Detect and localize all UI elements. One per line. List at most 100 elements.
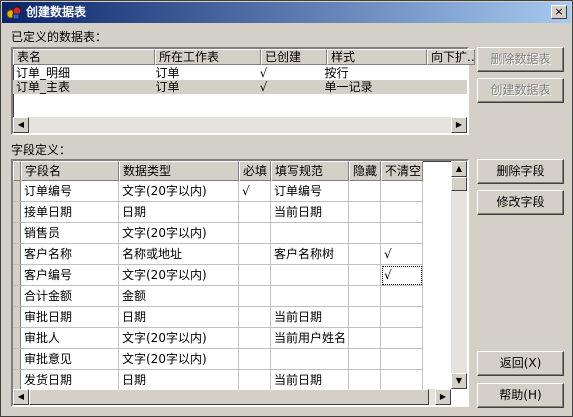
field-cell[interactable]: 当前用户姓名	[271, 328, 349, 349]
field-cell[interactable]	[349, 244, 381, 265]
field-cell[interactable]: 日期	[119, 202, 239, 223]
field-cell[interactable]: 金额	[119, 286, 239, 307]
tables-column-header[interactable]: 向下扩...	[427, 49, 475, 65]
field-cell[interactable]: 客户名称	[21, 244, 119, 265]
field-cell[interactable]	[381, 202, 423, 223]
field-cell[interactable]	[239, 244, 271, 265]
field-cell[interactable]: 文字(20字以内)	[119, 223, 239, 244]
field-cell[interactable]: 当前日期	[271, 202, 349, 223]
fields-column-header[interactable]: 必填	[239, 161, 271, 181]
field-cell[interactable]	[381, 223, 423, 244]
field-cell[interactable]: 接单日期	[21, 202, 119, 223]
row-indicator[interactable]	[13, 349, 21, 370]
scroll-left-icon[interactable]: ◀	[13, 117, 29, 133]
field-cell[interactable]	[349, 286, 381, 307]
field-cell[interactable]	[239, 328, 271, 349]
tables-column-header[interactable]: 表名	[13, 49, 155, 65]
scroll-up-icon[interactable]: ▲	[451, 161, 467, 177]
row-indicator[interactable]	[13, 265, 21, 286]
fields-column-header[interactable]: 不清空	[381, 161, 423, 181]
field-cell[interactable]	[349, 370, 381, 391]
scroll-right-icon[interactable]: ▶	[451, 117, 467, 133]
field-cell[interactable]	[349, 328, 381, 349]
field-cell[interactable]: 合计金额	[21, 286, 119, 307]
field-cell[interactable]: √	[381, 244, 423, 265]
fields-vertical-scrollbar[interactable]: ▲ ▼	[451, 161, 467, 389]
help-button[interactable]: 帮助(H)	[477, 383, 564, 408]
defined-tables-list[interactable]: 表名 所在工作表 已创建 样式 向下扩... 订单_明细 订单 √ 按行 订单_主表 订单 √ 单一记…	[11, 47, 475, 135]
field-cell[interactable]	[381, 181, 423, 202]
fields-column-header[interactable]: 隐藏	[349, 161, 381, 181]
field-cell[interactable]	[381, 286, 423, 307]
tables-horizontal-scrollbar[interactable]: ◀ ▶	[13, 117, 467, 133]
field-cell[interactable]	[239, 202, 271, 223]
horizontal-scroll-thumb[interactable]	[29, 389, 429, 405]
field-cell[interactable]: 名称或地址	[119, 244, 239, 265]
row-indicator[interactable]	[13, 202, 21, 223]
tables-column-header[interactable]: 样式	[327, 49, 427, 65]
close-button[interactable]: ×	[551, 5, 567, 19]
field-cell[interactable]	[239, 349, 271, 370]
field-cell[interactable]: 日期	[119, 307, 239, 328]
field-cell[interactable]: √	[239, 181, 271, 202]
field-cell[interactable]	[239, 307, 271, 328]
back-button[interactable]: 返回(X)	[477, 351, 564, 376]
field-cell[interactable]	[349, 265, 381, 286]
field-cell[interactable]	[349, 202, 381, 223]
field-cell[interactable]: 订单编号	[21, 181, 119, 202]
fields-horizontal-scrollbar[interactable]: ◀ ▶	[13, 389, 451, 405]
field-cell[interactable]: 审批日期	[21, 307, 119, 328]
field-cell[interactable]: 文字(20字以内)	[119, 328, 239, 349]
field-cell[interactable]: 当前日期	[271, 370, 349, 391]
table-row[interactable]: 订单_主表 订单 √ 单一记录	[13, 80, 467, 94]
fields-column-header[interactable]: 填写规范	[271, 161, 349, 181]
field-cell[interactable]: 审批意见	[21, 349, 119, 370]
field-cell[interactable]	[349, 223, 381, 244]
field-cell[interactable]	[239, 223, 271, 244]
field-cell[interactable]: 订单编号	[271, 181, 349, 202]
tables-column-header[interactable]: 已创建	[261, 49, 327, 65]
delete-field-button[interactable]: 删除字段	[477, 159, 564, 184]
row-indicator[interactable]	[13, 370, 21, 391]
field-cell[interactable]	[271, 286, 349, 307]
table-row[interactable]: 订单_明细 订单 √ 按行	[13, 66, 467, 80]
fields-column-header[interactable]: 数据类型	[119, 161, 239, 181]
row-indicator[interactable]	[13, 307, 21, 328]
row-indicator[interactable]	[13, 244, 21, 265]
field-cell[interactable]: 客户编号	[21, 265, 119, 286]
field-cell[interactable]	[271, 349, 349, 370]
field-cell[interactable]: 当前日期	[271, 307, 349, 328]
tables-column-header[interactable]: 所在工作表	[155, 49, 261, 65]
row-indicator[interactable]	[13, 328, 21, 349]
field-cell[interactable]: 销售员	[21, 223, 119, 244]
field-cell[interactable]	[381, 328, 423, 349]
field-cell[interactable]	[349, 307, 381, 328]
vertical-scroll-thumb[interactable]	[451, 177, 467, 191]
row-indicator[interactable]	[13, 286, 21, 307]
field-cell[interactable]: 日期	[119, 370, 239, 391]
field-cell[interactable]: 发货日期	[21, 370, 119, 391]
scroll-right-icon[interactable]: ▶	[435, 389, 451, 405]
field-cell[interactable]: 文字(20字以内)	[119, 181, 239, 202]
field-cell[interactable]	[349, 349, 381, 370]
field-cell[interactable]	[239, 265, 271, 286]
field-cell[interactable]: 审批人	[21, 328, 119, 349]
field-cell[interactable]	[349, 181, 381, 202]
row-indicator[interactable]	[13, 181, 21, 202]
field-cell[interactable]	[381, 370, 423, 391]
create-table-button[interactable]: 创建数据表	[477, 78, 564, 103]
row-indicator[interactable]	[13, 223, 21, 244]
field-cell[interactable]	[239, 370, 271, 391]
edit-field-button[interactable]: 修改字段	[477, 190, 564, 215]
field-cell[interactable]	[271, 223, 349, 244]
fields-grid[interactable]: 字段名 数据类型 必填 填写规范 隐藏 不清空 订单编号 文字(20字以内) √ 订单编号 接单日…	[11, 159, 469, 407]
field-cell[interactable]: 文字(20字以内)	[119, 349, 239, 370]
field-cell[interactable]: 客户名称树	[271, 244, 349, 265]
field-cell[interactable]: 文字(20字以内)	[119, 265, 239, 286]
title-bar[interactable]: 创建数据表 ×	[2, 2, 571, 23]
fields-column-header[interactable]: 字段名	[21, 161, 119, 181]
scroll-down-icon[interactable]: ▼	[451, 373, 467, 389]
field-cell[interactable]	[271, 265, 349, 286]
field-cell[interactable]	[381, 307, 423, 328]
field-cell[interactable]	[381, 349, 423, 370]
